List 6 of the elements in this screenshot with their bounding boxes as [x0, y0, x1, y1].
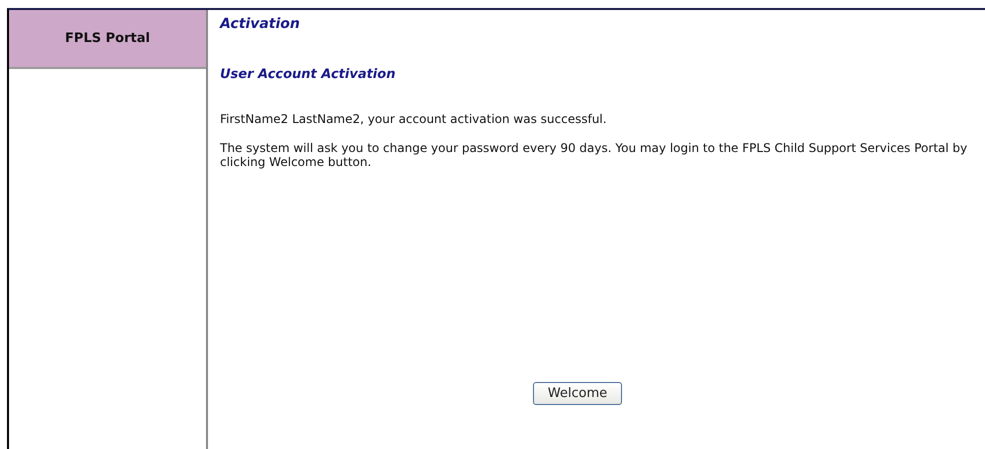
page-title: Activation	[220, 16, 301, 33]
sidebar-title: FPLS Portal	[9, 10, 206, 69]
section-title: User Account Activation	[220, 66, 396, 82]
message-text: The system will ask you to change your password every 90 days. You may login to the FPLS Child Support Services Portal by clicking Welcome button.	[220, 140, 968, 170]
message-text: FirstName2 LastName2, your account activation was successful.	[220, 112, 608, 127]
welcome-button[interactable]: Welcome	[532, 382, 622, 405]
